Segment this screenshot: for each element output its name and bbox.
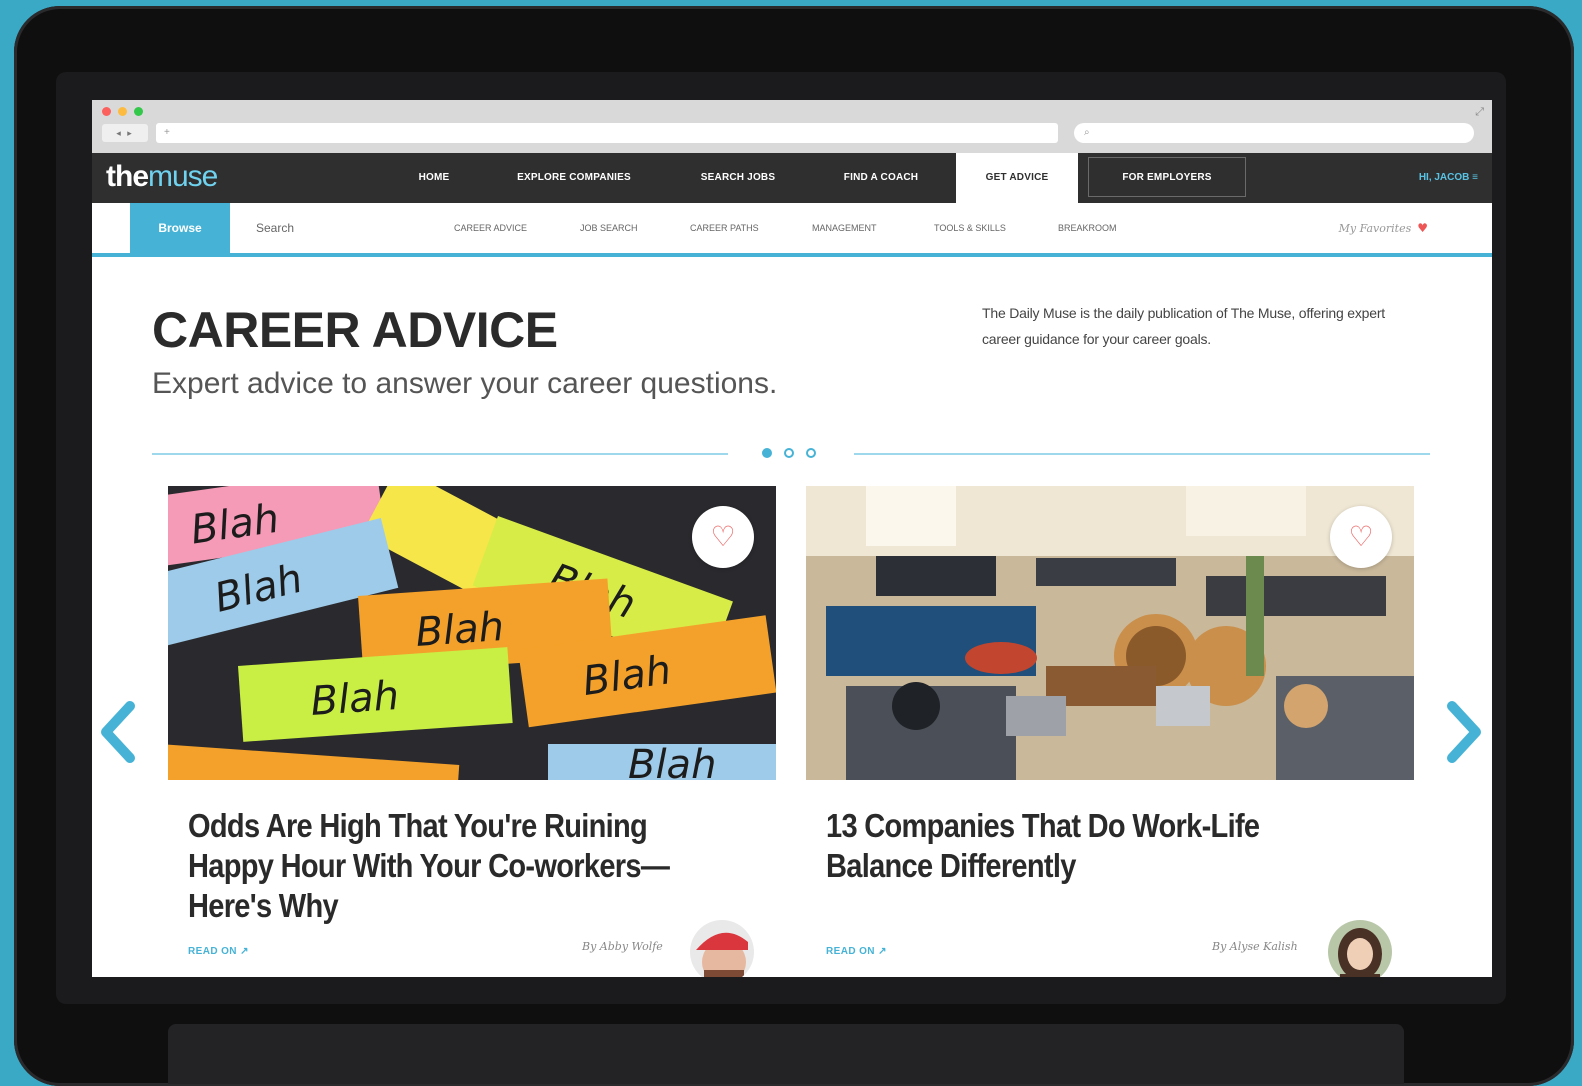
favorite-button[interactable]: ♡: [1330, 506, 1392, 568]
divider-left: [152, 453, 728, 455]
page-subtitle: Expert advice to answer your career ques…: [152, 367, 778, 400]
publication-blurb: The Daily Muse is the daily publication …: [982, 305, 1385, 347]
close-dot-icon[interactable]: [102, 107, 111, 116]
author-avatar-image: [1328, 920, 1392, 977]
sub-navigation: Browse Search CAREER ADVICE JOB SEARCH C…: [92, 203, 1492, 257]
carousel-prev-button[interactable]: [98, 700, 138, 764]
nav-home[interactable]: HOME: [400, 153, 468, 203]
divider-right: [854, 453, 1430, 455]
subnav-career-advice[interactable]: CAREER ADVICE: [454, 203, 527, 253]
address-bar[interactable]: +: [156, 123, 1058, 143]
expand-icon[interactable]: ⤢: [1475, 106, 1484, 119]
subnav-tools-skills[interactable]: TOOLS & SKILLS: [934, 203, 1006, 253]
chevron-right-icon: [1447, 701, 1481, 763]
carousel-page-3[interactable]: [806, 448, 816, 458]
page-title: CAREER ADVICE: [152, 302, 558, 358]
favorite-button[interactable]: ♡: [692, 506, 754, 568]
article-byline: By Abby Wolfe: [582, 940, 663, 953]
image-word: Blah: [414, 604, 505, 656]
logo-part-2: muse: [148, 160, 218, 193]
maximize-dot-icon[interactable]: [134, 107, 143, 116]
tab-search[interactable]: Search: [256, 203, 294, 253]
subnav-career-paths[interactable]: CAREER PATHS: [690, 203, 759, 253]
read-on-link[interactable]: READ ON ↗: [826, 946, 887, 957]
sticky-notes-illustration: Blah Blah Blah Blah Blah Blah Blah: [168, 486, 776, 780]
nav-get-advice[interactable]: GET ADVICE: [956, 153, 1078, 203]
read-on-link[interactable]: READ ON ↗: [188, 946, 249, 957]
themuse-logo[interactable]: themuse: [106, 160, 218, 193]
tab-browse[interactable]: Browse: [130, 203, 230, 253]
nav-for-employers[interactable]: FOR EMPLOYERS: [1088, 157, 1246, 197]
author-avatar-image: [690, 920, 754, 977]
my-favorites-link[interactable]: My Favorites ♥: [1339, 203, 1428, 253]
article-byline: By Alyse Kalish: [1212, 940, 1298, 953]
heart-outline-icon: ♡: [1348, 521, 1374, 552]
back-forward-buttons[interactable]: ◂ ▸: [102, 124, 148, 142]
site-header: themuse HOME EXPLORE COMPANIES SEARCH JO…: [92, 153, 1492, 203]
image-word: Blah: [309, 673, 400, 725]
article-image[interactable]: Blah Blah Blah Blah Blah Blah Blah ♡: [168, 486, 776, 780]
subnav-management[interactable]: MANAGEMENT: [812, 203, 877, 253]
browser-window: ◂ ▸ + ⌕ ⤢ themuse HOME EXPLORE COMPANIES…: [92, 100, 1492, 977]
nav-explore-companies[interactable]: EXPLORE COMPANIES: [492, 153, 656, 203]
office-lounge-photo: [806, 486, 1414, 780]
minimize-dot-icon[interactable]: [118, 107, 127, 116]
chevron-left-icon: [101, 701, 135, 763]
nav-find-a-coach[interactable]: FIND A COACH: [820, 153, 942, 203]
heart-icon: ♥: [1417, 221, 1428, 235]
article-title[interactable]: 13 Companies That Do Work-Life Balance D…: [826, 806, 1319, 886]
logo-part-1: the: [106, 160, 149, 193]
browser-chrome: ◂ ▸ + ⌕ ⤢: [92, 100, 1492, 153]
article-title[interactable]: Odds Are High That You're Ruining Happy …: [188, 806, 681, 926]
user-menu[interactable]: HI, JACOB ≡: [1419, 153, 1478, 203]
nav-search-jobs[interactable]: SEARCH JOBS: [680, 153, 796, 203]
my-favorites-label: My Favorites: [1338, 222, 1412, 235]
carousel-next-button[interactable]: [1444, 700, 1484, 764]
laptop-base: [168, 1024, 1404, 1084]
author-avatar: [1328, 920, 1392, 977]
carousel-page-2[interactable]: [784, 448, 794, 458]
browser-search-input[interactable]: ⌕: [1074, 123, 1474, 143]
article-image[interactable]: ♡: [806, 486, 1414, 780]
subnav-breakroom[interactable]: BREAKROOM: [1058, 203, 1117, 253]
image-word: Blah: [628, 742, 716, 780]
subnav-job-search[interactable]: JOB SEARCH: [580, 203, 638, 253]
carousel-page-1[interactable]: [762, 448, 772, 458]
heart-outline-icon: ♡: [710, 521, 736, 552]
author-avatar: [690, 920, 754, 977]
